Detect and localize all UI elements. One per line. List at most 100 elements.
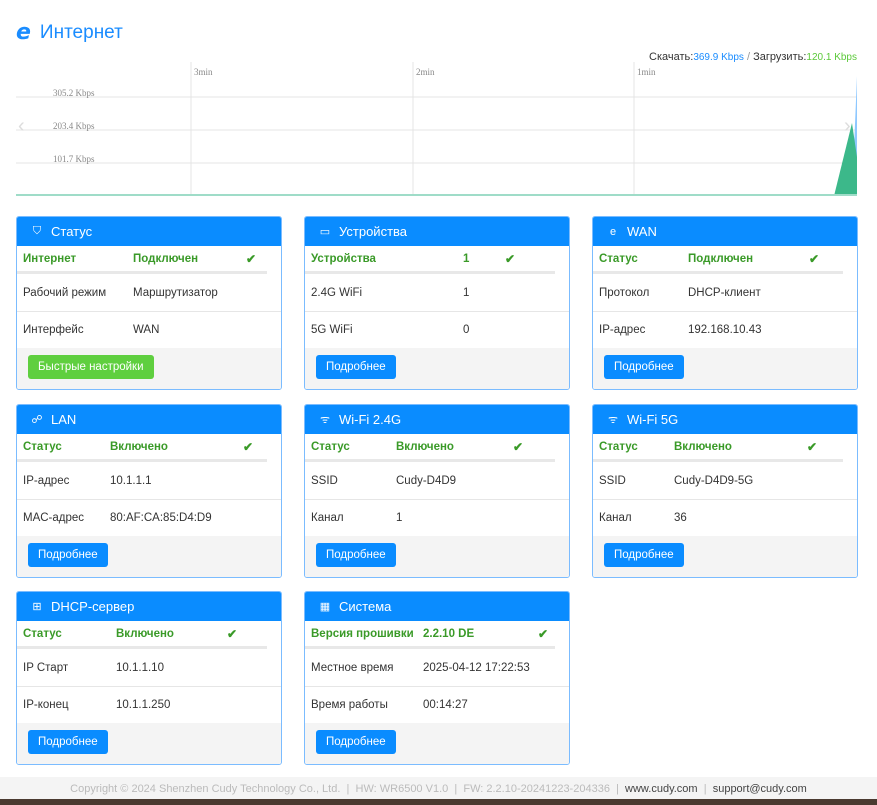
x-tick: 2min: [416, 67, 435, 77]
row-label: MAC-адрес: [23, 512, 85, 524]
copyright-text: Copyright © 2024 Shenzhen Cudy Technolog…: [70, 783, 341, 795]
y-tick: 203.4 Kbps: [53, 121, 95, 131]
taskbar: [0, 799, 877, 805]
chart-prev-arrow[interactable]: ‹: [18, 115, 25, 137]
row-value: Включено: [674, 440, 732, 453]
card-footer: Подробнее: [305, 348, 569, 389]
support-email-link[interactable]: support@cudy.com: [713, 783, 807, 795]
card-header: ⛉ Статус: [17, 217, 281, 246]
status-row: Статус Включено ✔: [305, 434, 555, 462]
check-icon: ✔: [538, 626, 549, 641]
card-footer: Подробнее: [17, 723, 281, 764]
router-icon: ⛉: [32, 225, 42, 237]
row-value: 00:14:27: [423, 699, 468, 711]
check-icon: ✔: [505, 251, 516, 266]
hw-version: HW: WR6500 V1.0: [355, 783, 449, 795]
info-row: IP-адрес 10.1.1.1: [17, 462, 281, 500]
row-label: Интернет: [23, 252, 77, 265]
card-title: Wi-Fi 2.4G: [339, 412, 402, 427]
x-tick: 1min: [637, 67, 656, 77]
row-label: Интерфейс: [23, 324, 84, 336]
details-button[interactable]: Подробнее: [28, 730, 108, 754]
card-footer: Подробнее: [593, 536, 857, 577]
info-row: Рабочий режим Маршрутизатор: [17, 274, 281, 312]
check-icon: ✔: [809, 251, 820, 266]
card-footer: Быстрые настройки: [17, 348, 281, 389]
card-footer: Подробнее: [17, 536, 281, 577]
row-label: Местное время: [311, 661, 394, 674]
row-label: IP-конец: [23, 699, 69, 711]
info-row: 5G WiFi 0: [305, 312, 569, 349]
ie-icon: e: [16, 20, 31, 45]
row-label: Канал: [311, 512, 344, 524]
card-header: ▭ Устройства: [305, 217, 569, 246]
info-row: Канал 1: [305, 500, 569, 537]
card-footer: Подробнее: [305, 723, 569, 764]
status-row: Статус Включено ✔: [593, 434, 843, 462]
info-row: SSID Cudy-D4D9-5G: [593, 462, 857, 500]
card-title: DHCP-сервер: [51, 599, 135, 614]
row-label: Статус: [599, 252, 638, 265]
details-button[interactable]: Подробнее: [604, 543, 684, 567]
details-button[interactable]: Подробнее: [316, 543, 396, 567]
row-label: Устройства: [311, 252, 376, 265]
system-icon: ▦: [319, 601, 331, 613]
row-value: WAN: [133, 324, 160, 336]
row-value: Включено: [116, 627, 174, 640]
info-row: 2.4G WiFi 1: [305, 274, 569, 312]
footer-sep: |: [703, 783, 707, 795]
card-wifi5: ᯤ Wi-Fi 5G Статус Включено ✔ SSID Cudy-D…: [592, 404, 858, 578]
fw-version: FW: 2.2.10-20241223-204336: [463, 783, 610, 795]
row-label: 5G WiFi: [311, 324, 353, 336]
row-value: 10.1.1.250: [116, 699, 171, 711]
details-button[interactable]: Подробнее: [316, 730, 396, 754]
details-button[interactable]: Подробнее: [604, 355, 684, 379]
row-value: 1: [396, 512, 403, 524]
card-title: Статус: [51, 224, 93, 239]
traffic-chart: 3min 2min 1min 305.2 Kbps 203.4 Kbps 101…: [16, 62, 857, 196]
row-label: Протокол: [599, 286, 650, 299]
card-dhcp: ⊞ DHCP-сервер Статус Включено ✔ IP Старт…: [16, 591, 282, 765]
row-label: Статус: [599, 440, 638, 453]
row-value: 192.168.10.43: [688, 324, 762, 336]
check-icon: ✔: [513, 439, 524, 454]
info-row: Протокол DHCP-клиент: [593, 274, 857, 312]
network-icon: ☍: [31, 414, 43, 426]
row-value: Включено: [110, 440, 168, 453]
row-label: 2.4G WiFi: [311, 286, 363, 299]
card-header: ⊞ DHCP-сервер: [17, 592, 281, 621]
details-button[interactable]: Подробнее: [28, 543, 108, 567]
check-icon: ✔: [807, 439, 818, 454]
wifi-icon: ᯤ: [607, 414, 619, 426]
details-button[interactable]: Подробнее: [316, 355, 396, 379]
check-icon: ✔: [243, 439, 254, 454]
row-value: DHCP-клиент: [688, 286, 761, 299]
card-devices: ▭ Устройства Устройства 1 ✔ 2.4G WiFi 1 …: [304, 216, 570, 390]
card-lan: ☍ LAN Статус Включено ✔ IP-адрес 10.1.1.…: [16, 404, 282, 578]
info-row: Время работы 00:14:27: [305, 687, 569, 724]
wifi-icon: ᯤ: [319, 414, 331, 426]
card-wan: e WAN Статус Подключен ✔ Протокол DHCP-к…: [592, 216, 858, 390]
card-title: WAN: [627, 224, 657, 239]
quick-setup-button[interactable]: Быстрые настройки: [28, 355, 154, 379]
card-footer: Подробнее: [305, 536, 569, 577]
card-system: ▦ Система Версия прошивки 2.2.10 DE ✔ Ме…: [304, 591, 570, 765]
card-header: ᯤ Wi-Fi 5G: [593, 405, 857, 434]
row-value: 2025-04-12 17:22:53: [423, 661, 530, 674]
row-value: 80:AF:CA:85:D4:D9: [110, 512, 212, 524]
info-row: Интерфейс WAN: [17, 312, 281, 349]
row-value: Подключен: [688, 252, 754, 265]
devices-icon: ▭: [319, 226, 331, 238]
row-value: 0: [463, 324, 470, 336]
info-row: Канал 36: [593, 500, 857, 537]
dhcp-icon: ⊞: [32, 601, 42, 613]
status-row: Статус Включено ✔: [17, 434, 267, 462]
info-row: IP Старт 10.1.1.10: [17, 649, 281, 687]
row-value: 10.1.1.1: [110, 474, 152, 487]
card-header: e WAN: [593, 217, 857, 246]
row-label: IP-адрес: [23, 474, 70, 487]
website-link[interactable]: www.cudy.com: [625, 783, 698, 795]
row-value: Маршрутизатор: [133, 286, 218, 299]
row-value: 10.1.1.10: [116, 661, 164, 674]
status-row: Версия прошивки 2.2.10 DE ✔: [305, 621, 555, 649]
